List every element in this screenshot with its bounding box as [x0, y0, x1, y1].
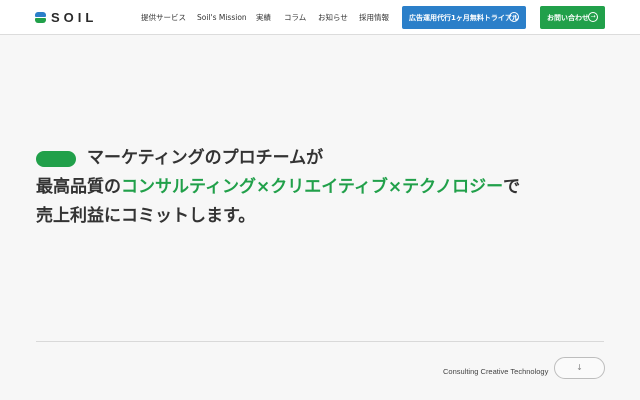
free-trial-button-label: 広告運用代行1ヶ月無料トライアル	[409, 13, 519, 22]
logo-text: SOIL	[51, 9, 98, 25]
nav-item-news[interactable]: お知らせ	[318, 12, 348, 24]
nav-item-recruit[interactable]: 採用情報	[359, 12, 389, 24]
contact-button[interactable]: お問い合わせ →	[540, 6, 605, 29]
site-header: SOIL 提供サービス Soil's Mission 実績 コラム お知らせ 採…	[0, 0, 640, 35]
arrow-circle-icon: →	[509, 12, 519, 22]
hero-line-1: マーケティングのプロチームが	[36, 144, 576, 173]
hero-line-3: 売上利益にコミットします。	[36, 202, 576, 231]
hero-line-1-text: マーケティングのプロチームが	[87, 148, 324, 168]
tagline: Consulting Creative Technology	[443, 367, 549, 376]
green-pill-decoration	[36, 150, 76, 167]
nav-item-services[interactable]: 提供サービス	[141, 12, 186, 24]
hero-line-3-text: 売上利益にコミットします。	[36, 206, 256, 226]
divider	[36, 341, 604, 342]
hero-line-2: 最高品質の コンサルティング×クリエイティブ×テクノロジーで	[36, 173, 576, 202]
nav-item-column[interactable]: コラム	[284, 12, 306, 24]
hero-line-2-post: で	[503, 177, 521, 197]
hero-line-2-pre: 最高品質の	[36, 177, 121, 197]
contact-button-label: お問い合わせ	[547, 13, 589, 22]
hero-section: マーケティングのプロチームが 最高品質の コンサルティング×クリエイティブ×テクノ…	[36, 144, 576, 231]
scroll-down-button[interactable]: ↓	[554, 357, 605, 379]
hero-line-2-accent: コンサルティング×クリエイティブ×テクノロジー	[121, 177, 504, 197]
logo-icon	[35, 11, 46, 23]
arrow-circle-icon: →	[588, 12, 598, 22]
arrow-down-icon: ↓	[576, 363, 583, 372]
nav-item-mission[interactable]: Soil's Mission	[197, 12, 247, 24]
nav-item-results[interactable]: 実績	[256, 12, 271, 24]
free-trial-button[interactable]: 広告運用代行1ヶ月無料トライアル →	[402, 6, 526, 29]
logo[interactable]: SOIL	[35, 9, 98, 25]
